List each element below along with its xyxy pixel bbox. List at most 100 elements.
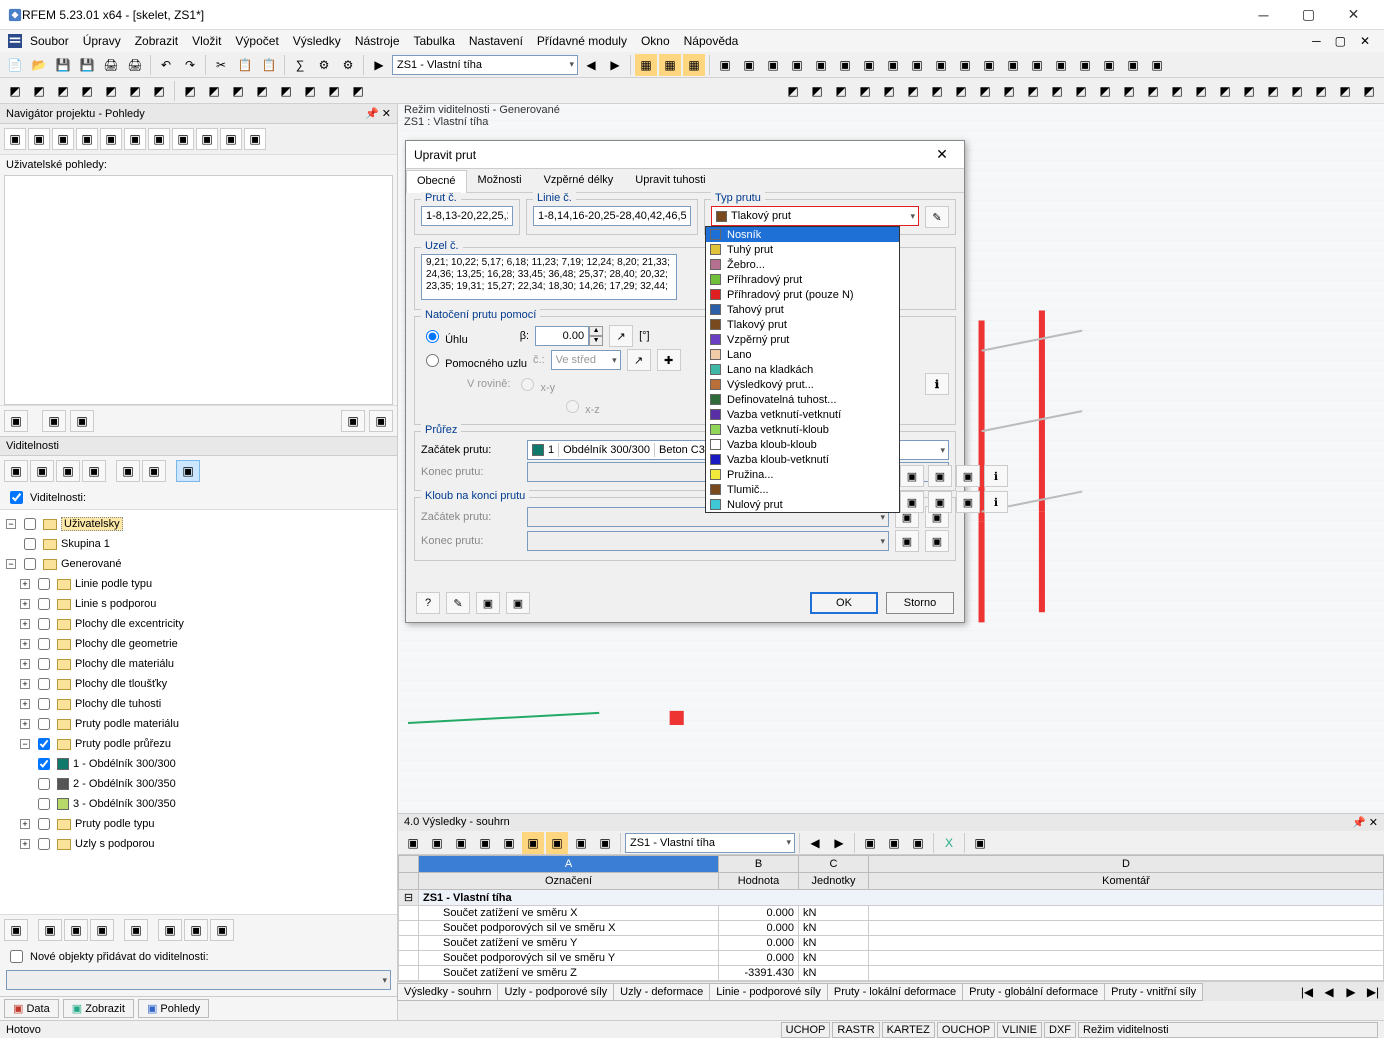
tb-a[interactable]: ▣ xyxy=(714,54,736,76)
view-u7-icon[interactable]: ▣ xyxy=(244,128,266,150)
t2-z18[interactable]: ◩ xyxy=(1190,80,1212,102)
nav-first-icon[interactable]: ◀ xyxy=(580,54,602,76)
cancel-button[interactable]: Storno xyxy=(886,592,954,614)
pomoc-new-icon[interactable]: ✚ xyxy=(657,349,681,371)
tree-item[interactable]: Plochy dle excentricity xyxy=(75,618,184,630)
nav-tab-pohledy[interactable]: ▣ Pohledy xyxy=(138,999,209,1018)
vis-e-icon[interactable]: ▣ xyxy=(116,460,140,482)
info-icon[interactable]: ℹ xyxy=(925,373,949,395)
copy-icon[interactable]: 📋 xyxy=(234,54,256,76)
results-pin-icon[interactable]: 📌 xyxy=(1352,817,1366,829)
linie-input[interactable] xyxy=(533,206,691,226)
dropdown-item[interactable]: Žebro... xyxy=(706,257,899,272)
tb-g[interactable]: ▣ xyxy=(858,54,880,76)
menu-vysledky[interactable]: Výsledky xyxy=(287,32,347,50)
t2-z11[interactable]: ◩ xyxy=(1022,80,1044,102)
results2-icon[interactable]: ▦ xyxy=(659,54,681,76)
beta-pick-icon[interactable]: ↗ xyxy=(609,325,633,347)
t2-z21[interactable]: ◩ xyxy=(1262,80,1284,102)
vb-a-icon[interactable]: ▣ xyxy=(4,919,28,941)
minimize-button[interactable]: ─ xyxy=(1241,0,1286,30)
t2-z1[interactable]: ◩ xyxy=(782,80,804,102)
tb-j[interactable]: ▣ xyxy=(930,54,952,76)
view-u3-icon[interactable]: ▣ xyxy=(148,128,170,150)
res-tab[interactable]: Uzly - podporové síly xyxy=(497,983,614,1001)
tab-obecne[interactable]: Obecné xyxy=(406,170,467,193)
status-kartez[interactable]: KARTEZ xyxy=(882,1022,935,1038)
tb-q[interactable]: ▣ xyxy=(1098,54,1120,76)
results-loadcase-combo[interactable]: ZS1 - Vlastní tíha xyxy=(625,833,795,853)
t2-z15[interactable]: ◩ xyxy=(1118,80,1140,102)
status-ouchop[interactable]: OUCHOP xyxy=(937,1022,995,1038)
sec-f-icon[interactable]: ▣ xyxy=(956,491,980,513)
panel-close-icon[interactable]: ✕ xyxy=(382,108,391,120)
printpreview-icon[interactable]: 🖨 xyxy=(124,54,146,76)
tree-subitem[interactable]: 2 - Obdélník 300/350 xyxy=(73,778,176,790)
typ-edit-icon[interactable]: ✎ xyxy=(925,206,949,228)
col-A[interactable]: A xyxy=(419,856,719,873)
rt-h-icon[interactable]: ▣ xyxy=(570,832,592,854)
t2-z3[interactable]: ◩ xyxy=(830,80,852,102)
tb-c[interactable]: ▣ xyxy=(762,54,784,76)
menu-nastroje[interactable]: Nástroje xyxy=(349,32,406,50)
res-tab-next-icon[interactable]: ▶ xyxy=(1340,981,1362,1003)
t2-z7[interactable]: ◩ xyxy=(926,80,948,102)
view-xz-icon[interactable]: ▣ xyxy=(52,128,74,150)
view-u6-icon[interactable]: ▣ xyxy=(220,128,242,150)
view-u4-icon[interactable]: ▣ xyxy=(172,128,194,150)
beta-input[interactable] xyxy=(535,326,589,346)
t2-o[interactable]: ◩ xyxy=(347,80,369,102)
tree-item[interactable]: Plochy dle tloušťky xyxy=(75,678,167,690)
t2-z8[interactable]: ◩ xyxy=(950,80,972,102)
dropdown-item[interactable]: Pružina... xyxy=(706,467,899,482)
dialog-close-icon[interactable]: ✕ xyxy=(928,142,956,168)
panel-pin-icon[interactable]: 📌 xyxy=(365,108,379,120)
table-row[interactable]: Součet zatížení ve směru Z-3391.430kN xyxy=(399,966,1384,981)
sec-e-icon[interactable]: ▣ xyxy=(928,491,952,513)
tree-subitem[interactable]: 1 - Obdélník 300/300 xyxy=(73,758,176,770)
dropdown-item[interactable]: Vazba kloub-vetknutí xyxy=(706,452,899,467)
sec-info-icon[interactable]: ℹ xyxy=(984,465,1008,487)
view-u5-icon[interactable]: ▣ xyxy=(196,128,218,150)
col-D[interactable]: D xyxy=(869,856,1384,873)
t2-d[interactable]: ◩ xyxy=(76,80,98,102)
view-yz-icon[interactable]: ▣ xyxy=(76,128,98,150)
saveas-icon[interactable]: 💾 xyxy=(76,54,98,76)
uv-opt2-icon[interactable]: ▣ xyxy=(369,410,393,432)
beta-down[interactable]: ▼ xyxy=(589,336,603,346)
results1-icon[interactable]: ▦ xyxy=(635,54,657,76)
rt-d-icon[interactable]: ▣ xyxy=(474,832,496,854)
dropdown-item[interactable]: Definovatelná tuhost... xyxy=(706,392,899,407)
menu-soubor[interactable]: Soubor xyxy=(24,32,75,50)
t2-z10[interactable]: ◩ xyxy=(998,80,1020,102)
view-u1-icon[interactable]: ▣ xyxy=(100,128,122,150)
dlg-units-icon[interactable]: ▣ xyxy=(476,592,500,614)
status-dxf[interactable]: DXF xyxy=(1044,1022,1076,1038)
vb-g-icon[interactable]: ▣ xyxy=(184,919,208,941)
t2-z22[interactable]: ◩ xyxy=(1286,80,1308,102)
tb-i[interactable]: ▣ xyxy=(906,54,928,76)
view-xy-icon[interactable]: ▣ xyxy=(28,128,50,150)
tree-subitem[interactable]: 3 - Obdélník 300/350 xyxy=(73,798,176,810)
t2-c[interactable]: ◩ xyxy=(52,80,74,102)
open-icon[interactable]: 📂 xyxy=(28,54,50,76)
t2-z13[interactable]: ◩ xyxy=(1070,80,1092,102)
mdi-restore[interactable]: ▢ xyxy=(1329,32,1352,50)
uv-del-icon[interactable]: ▣ xyxy=(70,410,94,432)
t2-z23[interactable]: ◩ xyxy=(1310,80,1332,102)
t2-g[interactable]: ◩ xyxy=(148,80,170,102)
vb-d-icon[interactable]: ▣ xyxy=(90,919,114,941)
t2-z17[interactable]: ◩ xyxy=(1166,80,1188,102)
res-tab-prev-icon[interactable]: ◀ xyxy=(1318,981,1340,1003)
menu-nastaveni[interactable]: Nastavení xyxy=(463,32,529,50)
view-xyz-icon[interactable]: ▣ xyxy=(4,128,26,150)
res-tab[interactable]: Pruty - globální deformace xyxy=(962,983,1105,1001)
status-rastr[interactable]: RASTR xyxy=(832,1022,879,1038)
tb-m[interactable]: ▣ xyxy=(1002,54,1024,76)
t2-z5[interactable]: ◩ xyxy=(878,80,900,102)
results3-icon[interactable]: ▦ xyxy=(683,54,705,76)
new-objects-combo[interactable] xyxy=(6,970,391,990)
play-icon[interactable]: ▶ xyxy=(368,54,390,76)
save-icon[interactable]: 💾 xyxy=(52,54,74,76)
nav-tab-data[interactable]: ▣ Data xyxy=(4,999,59,1018)
